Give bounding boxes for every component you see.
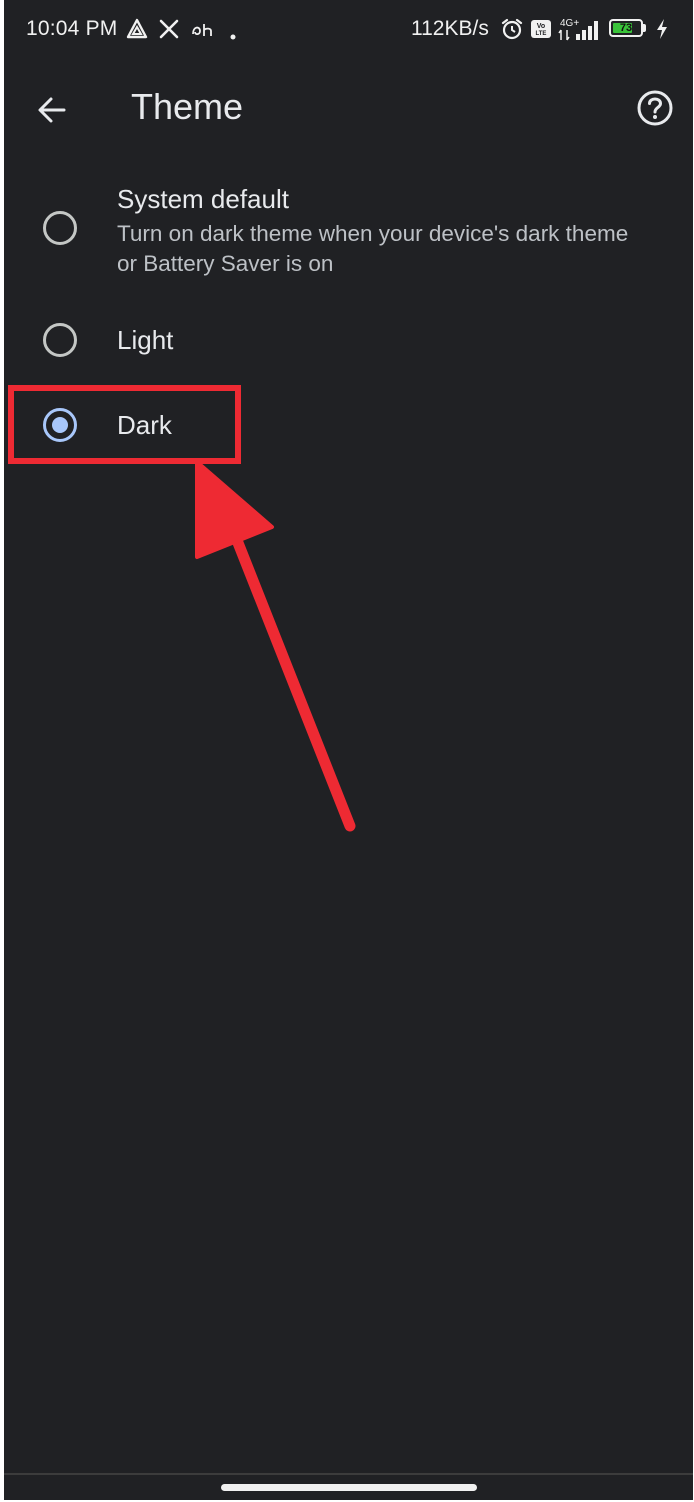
charging-bolt-icon <box>655 18 669 45</box>
help-button[interactable] <box>631 86 679 134</box>
volte-icon: Vo LTE <box>530 19 552 44</box>
theme-option-dark[interactable]: Dark <box>4 383 693 467</box>
arrow-back-icon <box>36 94 68 131</box>
svg-text:Vo: Vo <box>537 23 545 30</box>
signal-4g-icon: 4G+ <box>558 16 602 47</box>
screen: 10:04 PM 112KB/s Vo LTE 4G+ 73 Theme Sys… <box>4 0 693 1500</box>
status-bar: 10:04 PM 112KB/s Vo LTE 4G+ 73 <box>4 0 693 60</box>
radio-dark[interactable] <box>43 408 77 442</box>
option-title-light: Light <box>117 325 174 355</box>
app-bar: Theme <box>4 60 693 160</box>
radio-dark-dot <box>52 417 68 433</box>
battery-cap <box>643 24 646 32</box>
status-time: 10:04 PM <box>26 17 118 40</box>
app-triangle-icon <box>126 18 148 45</box>
option-desc-system-default: Turn on dark theme when your device's da… <box>117 221 629 276</box>
home-indicator[interactable] <box>221 1484 477 1491</box>
alarm-icon <box>501 18 523 45</box>
back-button[interactable] <box>28 88 76 136</box>
battery-icon: 73 <box>609 19 643 37</box>
page-title: Theme <box>131 86 244 127</box>
option-title-dark: Dark <box>117 410 172 440</box>
help-circle-icon <box>636 89 674 132</box>
radio-light[interactable] <box>43 323 77 357</box>
bottom-divider <box>4 1473 693 1475</box>
radio-system-default[interactable] <box>43 211 77 245</box>
theme-option-light[interactable]: Light <box>4 298 693 382</box>
battery-level: 73 <box>619 22 633 34</box>
option-title-system-default: System default <box>117 184 289 214</box>
theme-option-system-default[interactable]: System default Turn on dark theme when y… <box>4 170 693 290</box>
x-logo-icon <box>158 18 180 45</box>
network-speed: 112KB/s <box>411 17 489 40</box>
dh-app-icon <box>191 22 215 43</box>
network-type: 4G+ <box>560 18 579 29</box>
dot-icon <box>230 27 236 45</box>
svg-text:LTE: LTE <box>536 31 547 37</box>
